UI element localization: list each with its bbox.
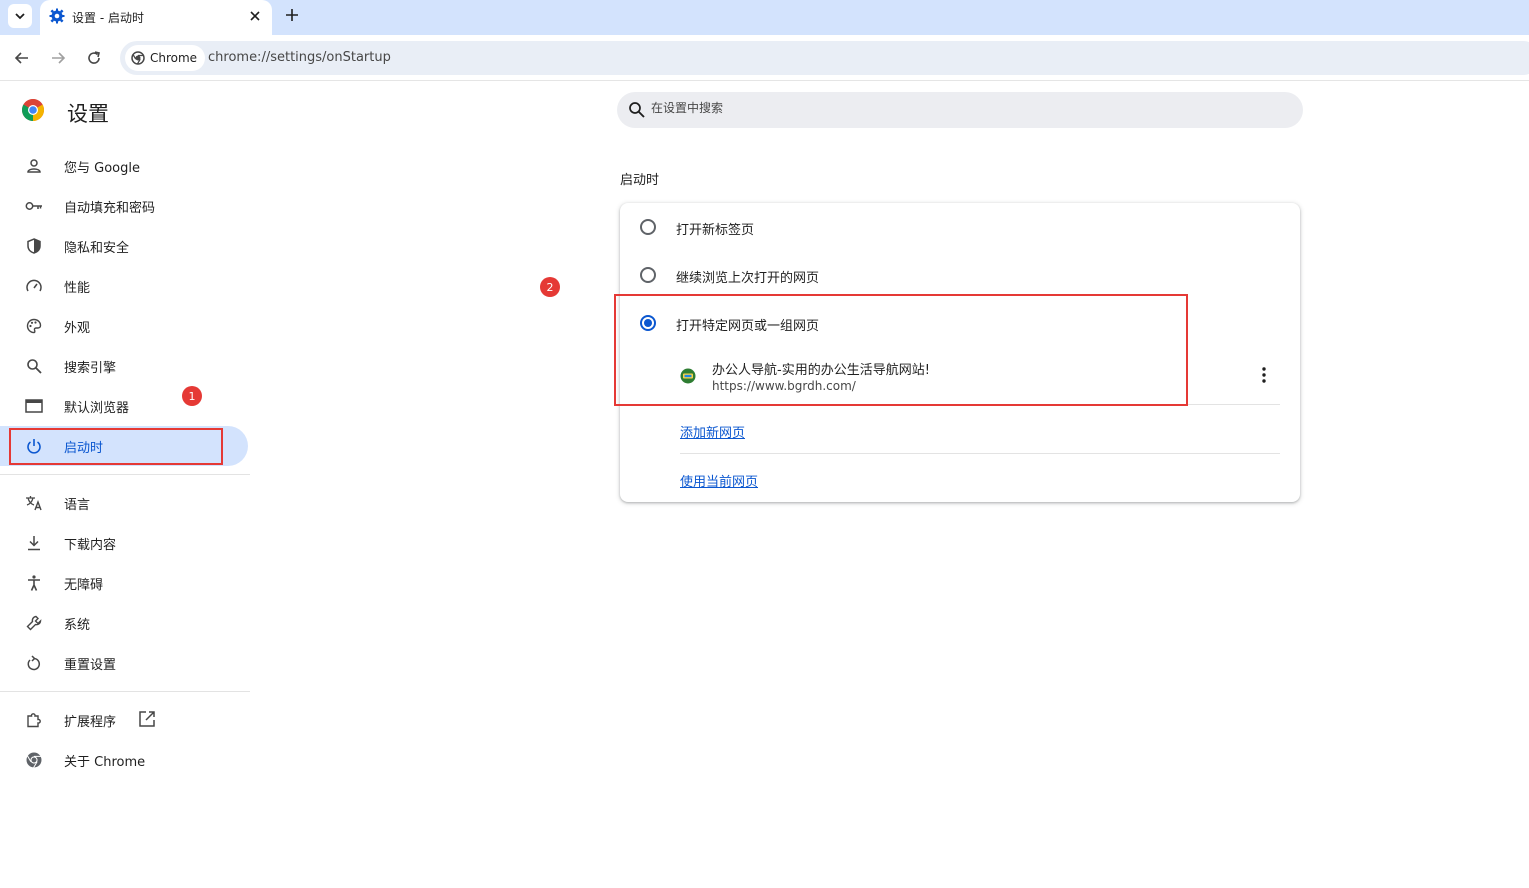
sidebar-item-label: 重置设置 xyxy=(64,658,117,673)
sidebar-item-extensions[interactable]: 扩展程序 xyxy=(0,700,250,740)
shield-icon xyxy=(24,236,44,256)
use-current-pages-link[interactable]: 使用当前网页 xyxy=(680,471,758,490)
option-new-tab[interactable]: 打开新标签页 xyxy=(620,203,1300,251)
annotation-badge-1: 1 xyxy=(182,386,202,406)
new-tab-button[interactable] xyxy=(282,5,302,25)
page-title: 设置 xyxy=(67,102,109,126)
person-icon xyxy=(24,156,44,176)
sidebar-item-label: 您与 Google xyxy=(64,161,140,176)
open-in-new-icon xyxy=(139,711,155,727)
sidebar-item-label: 隐私和安全 xyxy=(64,241,130,256)
speedometer-icon xyxy=(24,276,44,296)
more-actions-button[interactable] xyxy=(1254,363,1274,387)
option-label: 打开新标签页 xyxy=(676,223,755,238)
chrome-logo-icon xyxy=(22,99,44,121)
sidebar-item-system[interactable]: 系统 xyxy=(0,603,250,643)
option-continue[interactable]: 继续浏览上次打开的网页 xyxy=(620,251,1300,299)
search-input[interactable] xyxy=(651,101,1251,115)
sidebar-item-label: 关于 Chrome xyxy=(64,755,146,770)
accessibility-icon xyxy=(24,573,44,593)
url-text: chrome://settings/onStartup xyxy=(208,50,391,65)
tab-title: 设置 - 启动时 xyxy=(72,11,144,25)
sidebar-item-label: 系统 xyxy=(64,618,91,633)
use-current-row: 使用当前网页 xyxy=(680,455,1280,503)
reset-icon xyxy=(24,653,44,673)
browser-window-icon xyxy=(24,396,44,416)
tab-strip: 设置 - 启动时 xyxy=(0,0,1529,35)
sidebar-divider xyxy=(0,466,250,483)
chip-label: Chrome xyxy=(150,51,198,65)
more-vert-icon xyxy=(1262,367,1266,383)
annotation-box-2 xyxy=(614,294,1188,406)
site-info-chip[interactable]: Chrome xyxy=(125,45,206,71)
sidebar-item-label: 搜索引擎 xyxy=(64,361,117,376)
add-page-row: 添加新网页 xyxy=(680,406,1280,454)
tab-search-button[interactable] xyxy=(8,4,32,28)
active-tab[interactable]: 设置 - 启动时 xyxy=(40,0,272,35)
tab-close-button[interactable] xyxy=(246,7,264,25)
key-icon xyxy=(24,196,44,216)
sidebar-divider xyxy=(0,683,250,700)
address-bar[interactable]: Chrome chrome://settings/onStartup xyxy=(120,41,1529,75)
sidebar-item-about-chrome[interactable]: 关于 Chrome xyxy=(0,740,250,780)
search-icon xyxy=(24,356,44,376)
sidebar-item-label: 默认浏览器 xyxy=(64,401,130,416)
reload-icon xyxy=(88,51,100,64)
chevron-down-icon xyxy=(15,13,25,20)
sidebar-item-label: 无障碍 xyxy=(64,578,104,593)
sidebar-item-appearance[interactable]: 外观 xyxy=(0,306,250,346)
section-title: 启动时 xyxy=(620,173,660,188)
add-new-page-link[interactable]: 添加新网页 xyxy=(680,422,745,441)
sidebar-item-downloads[interactable]: 下载内容 xyxy=(0,523,250,563)
chrome-icon xyxy=(24,750,44,770)
sidebar-item-privacy[interactable]: 隐私和安全 xyxy=(0,226,250,266)
arrow-left-icon xyxy=(14,52,28,64)
radio-button[interactable] xyxy=(640,219,656,235)
palette-icon xyxy=(24,316,44,336)
translate-icon xyxy=(24,493,44,513)
sidebar-item-performance[interactable]: 性能 xyxy=(0,266,250,306)
sidebar-item-autofill[interactable]: 自动填充和密码 xyxy=(0,186,250,226)
toolbar: Chrome chrome://settings/onStartup xyxy=(0,35,1529,81)
arrow-right-icon xyxy=(52,52,66,64)
gear-icon xyxy=(49,8,65,24)
extension-icon xyxy=(24,710,44,730)
annotation-box-1 xyxy=(9,428,223,465)
sidebar-item-languages[interactable]: 语言 xyxy=(0,483,250,523)
sidebar-item-label: 扩展程序 xyxy=(64,715,117,730)
radio-button[interactable] xyxy=(640,267,656,283)
option-label: 继续浏览上次打开的网页 xyxy=(676,271,820,286)
sidebar-item-reset[interactable]: 重置设置 xyxy=(0,643,250,683)
sidebar-item-search-engine[interactable]: 搜索引擎 xyxy=(0,346,250,386)
forward-button[interactable] xyxy=(46,46,70,70)
search-icon xyxy=(629,102,645,118)
sidebar-item-label: 外观 xyxy=(64,321,91,336)
sidebar-item-label: 语言 xyxy=(64,498,91,513)
sidebar-item-accessibility[interactable]: 无障碍 xyxy=(0,563,250,603)
plus-icon xyxy=(286,9,298,21)
sidebar-item-label: 自动填充和密码 xyxy=(64,201,156,216)
close-icon xyxy=(250,11,260,21)
sidebar-item-label: 下载内容 xyxy=(64,538,117,553)
wrench-icon xyxy=(24,613,44,633)
back-button[interactable] xyxy=(10,46,34,70)
sidebar-item-default-browser[interactable]: 默认浏览器 xyxy=(0,386,250,426)
download-icon xyxy=(24,533,44,553)
annotation-badge-2: 2 xyxy=(540,277,560,297)
sidebar-item-label: 性能 xyxy=(64,281,91,296)
reload-button[interactable] xyxy=(82,46,106,70)
chrome-icon xyxy=(131,51,145,65)
settings-search xyxy=(617,92,1303,128)
sidebar-item-you-and-google[interactable]: 您与 Google xyxy=(0,146,250,186)
